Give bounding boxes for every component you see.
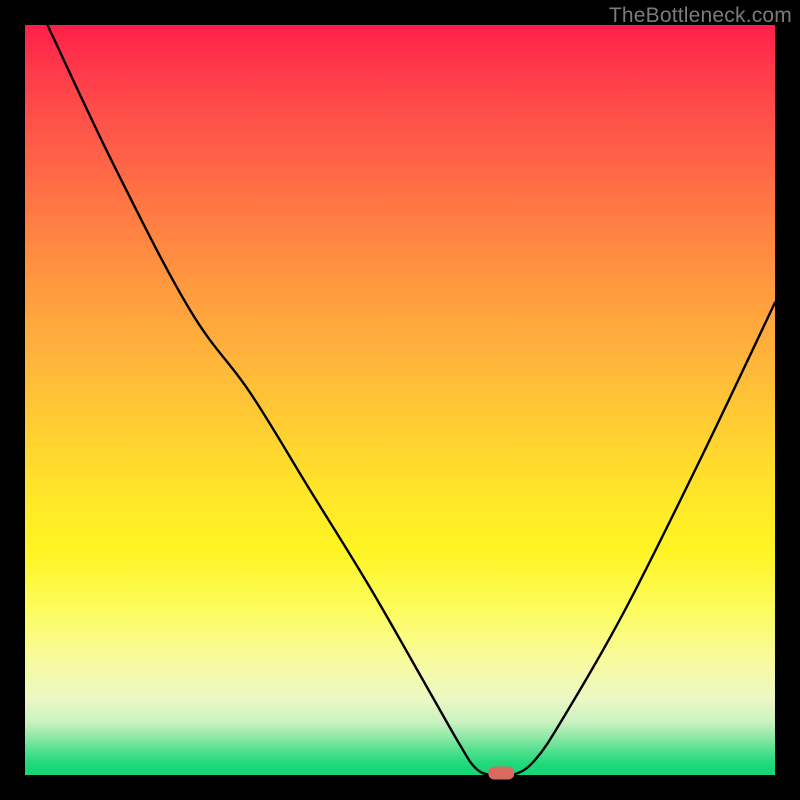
curve-svg bbox=[25, 25, 775, 775]
plot-area bbox=[25, 25, 775, 775]
optimal-marker bbox=[488, 767, 514, 780]
watermark-text: TheBottleneck.com bbox=[609, 4, 792, 28]
bottleneck-curve bbox=[48, 25, 776, 777]
chart-frame: TheBottleneck.com bbox=[0, 0, 800, 800]
